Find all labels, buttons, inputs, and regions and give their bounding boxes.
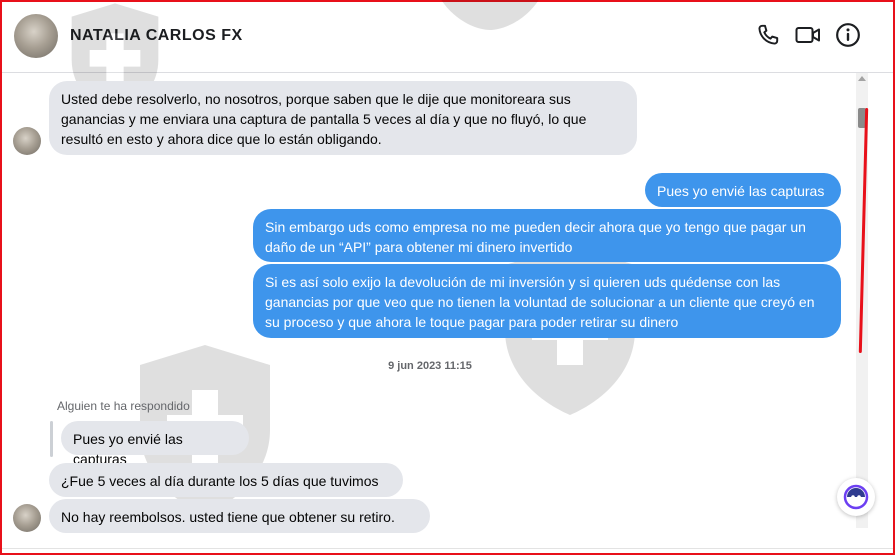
- chat-header: NATALIA CARLOS FX: [2, 2, 893, 73]
- info-icon[interactable]: [835, 22, 861, 48]
- message-timestamp: 9 jun 2023 11:15: [388, 360, 472, 372]
- message-bubble-incoming[interactable]: No hay reembolsos. usted tiene que obten…: [49, 499, 430, 533]
- message-bubble-outgoing[interactable]: Pues yo envié las capturas: [645, 173, 841, 207]
- message-bubble-incoming[interactable]: ¿Fue 5 veces al día durante los 5 días q…: [49, 463, 403, 497]
- contact-name[interactable]: NATALIA CARLOS FX: [70, 27, 243, 45]
- sender-avatar[interactable]: [13, 504, 41, 532]
- reply-quote-bar: [50, 421, 53, 457]
- composer-divider: [2, 548, 893, 549]
- assistant-button[interactable]: [837, 478, 875, 516]
- message-bubble-incoming[interactable]: Usted debe resolverlo, no nosotros, porq…: [49, 81, 637, 155]
- sender-avatar[interactable]: [13, 127, 41, 155]
- quoted-message[interactable]: Pues yo envié las capturas: [61, 421, 249, 467]
- message-bubble-outgoing[interactable]: Si es así solo exijo la devolución de mi…: [253, 264, 841, 338]
- video-camera-icon[interactable]: [795, 22, 821, 48]
- scroll-up-arrow-icon[interactable]: [858, 76, 866, 81]
- phone-icon[interactable]: [755, 22, 781, 48]
- reply-note: Alguien te ha respondido: [57, 399, 190, 413]
- message-bubble-outgoing[interactable]: Sin embargo uds como empresa no me puede…: [253, 209, 841, 262]
- assistant-face-icon: [843, 484, 869, 510]
- contact-avatar[interactable]: [14, 14, 58, 58]
